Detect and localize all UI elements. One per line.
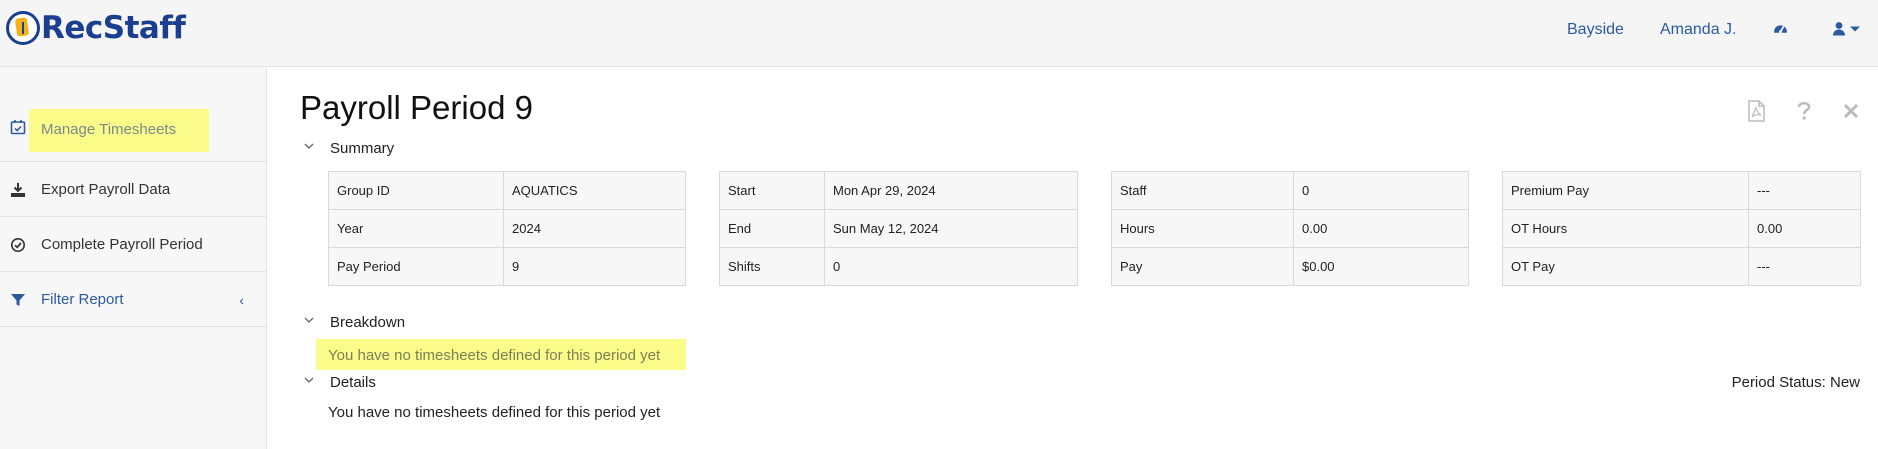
table-row: End Sun May 12, 2024	[719, 209, 1078, 248]
summary-table-group: Group ID AQUATICS Year 2024 Pay Period 9	[328, 171, 686, 286]
logo-mark-icon	[6, 11, 40, 45]
table-value: 2024	[503, 209, 686, 248]
table-value: $0.00	[1293, 247, 1469, 286]
chevron-left-icon[interactable]: ‹	[239, 292, 244, 308]
table-value: Mon Apr 29, 2024	[824, 171, 1078, 210]
chevron-down-icon	[304, 312, 314, 323]
table-key: Year	[328, 209, 504, 248]
calendar-check-icon	[10, 119, 26, 135]
table-key: Start	[719, 171, 825, 210]
breakdown-heading: Breakdown	[330, 314, 406, 331]
sidebar-item-manage-timesheets[interactable]: Manage Timesheets	[0, 87, 266, 162]
chevron-down-icon	[304, 138, 314, 149]
sidebar-item-label: Export Payroll Data	[41, 180, 171, 198]
table-row: Pay Period 9	[328, 247, 686, 286]
sidebar: Manage Timesheets Export Payroll Data Co…	[0, 67, 267, 449]
logo-text: RecStaff	[41, 10, 186, 46]
table-key: Staff	[1111, 171, 1294, 210]
check-circle-icon	[10, 237, 26, 253]
table-key: Group ID	[328, 171, 504, 210]
table-value: Sun May 12, 2024	[824, 209, 1078, 248]
table-value: ---	[1748, 171, 1861, 210]
table-row: Year 2024	[328, 209, 686, 248]
sidebar-item-filter-report[interactable]: Filter Report ‹	[0, 272, 266, 327]
top-navbar: RecStaff Bayside Amanda J.	[0, 0, 1878, 67]
details-empty-message: You have no timesheets defined for this …	[328, 404, 661, 421]
table-row: Staff 0	[1111, 171, 1469, 210]
table-value: 0	[824, 247, 1078, 286]
table-value: 0	[1293, 171, 1469, 210]
summary-table-premium: Premium Pay --- OT Hours 0.00 OT Pay ---	[1502, 171, 1861, 286]
table-key: Hours	[1111, 209, 1294, 248]
table-value: AQUATICS	[503, 171, 686, 210]
main-content: Payroll Period 9 Summary Group ID AQUATIC…	[268, 67, 1878, 449]
table-row: OT Hours 0.00	[1502, 209, 1861, 248]
table-key: Shifts	[719, 247, 825, 286]
filter-icon	[10, 292, 26, 308]
table-key: Pay Period	[328, 247, 504, 286]
sidebar-item-label: Complete Payroll Period	[41, 235, 203, 253]
table-key: End	[719, 209, 825, 248]
table-value: 9	[503, 247, 686, 286]
pdf-icon[interactable]	[1746, 100, 1766, 126]
summary-table-dates: Start Mon Apr 29, 2024 End Sun May 12, 202…	[719, 171, 1078, 286]
close-icon[interactable]	[1842, 100, 1860, 126]
table-row: Hours 0.00	[1111, 209, 1469, 248]
summary-section-toggle[interactable]: Summary	[304, 140, 394, 157]
sidebar-item-label: Manage Timesheets	[41, 121, 177, 138]
table-row: Start Mon Apr 29, 2024	[719, 171, 1078, 210]
sidebar-item-export-payroll[interactable]: Export Payroll Data	[0, 162, 266, 217]
table-value: 0.00	[1748, 209, 1861, 248]
breakdown-message-text: You have no timesheets defined for this …	[328, 347, 661, 364]
breakdown-empty-message: You have no timesheets defined for this …	[316, 339, 686, 370]
period-status: Period Status: New	[1731, 374, 1860, 391]
table-row: Group ID AQUATICS	[328, 171, 686, 210]
page-title: Payroll Period 9	[300, 89, 533, 126]
details-section-toggle[interactable]: Details	[304, 374, 376, 391]
sidebar-item-complete-payroll[interactable]: Complete Payroll Period	[0, 217, 266, 272]
table-key: OT Pay	[1502, 247, 1749, 286]
details-heading: Details	[330, 374, 376, 391]
breakdown-section-toggle[interactable]: Breakdown	[304, 314, 405, 331]
user-menu-icon[interactable]	[1832, 20, 1862, 41]
table-row: OT Pay ---	[1502, 247, 1861, 286]
recstaff-logo[interactable]: RecStaff	[6, 8, 186, 48]
chevron-down-icon	[304, 372, 314, 383]
download-icon	[10, 182, 26, 198]
sidebar-item-label: Filter Report	[41, 290, 124, 308]
table-value: ---	[1748, 247, 1861, 286]
location-link[interactable]: Bayside	[1567, 21, 1624, 39]
dashboard-icon[interactable]	[1772, 20, 1789, 41]
help-icon[interactable]	[1796, 100, 1812, 126]
table-value: 0.00	[1293, 209, 1469, 248]
table-row: Shifts 0	[719, 247, 1078, 286]
table-row: Premium Pay ---	[1502, 171, 1861, 210]
table-key: Pay	[1111, 247, 1294, 286]
summary-table-totals: Staff 0 Hours 0.00 Pay $0.00	[1111, 171, 1469, 286]
summary-heading: Summary	[330, 140, 395, 157]
page-toolbar	[1746, 100, 1860, 126]
table-row: Pay $0.00	[1111, 247, 1469, 286]
table-key: Premium Pay	[1502, 171, 1749, 210]
table-key: OT Hours	[1502, 209, 1749, 248]
user-name-link[interactable]: Amanda J.	[1660, 21, 1736, 39]
